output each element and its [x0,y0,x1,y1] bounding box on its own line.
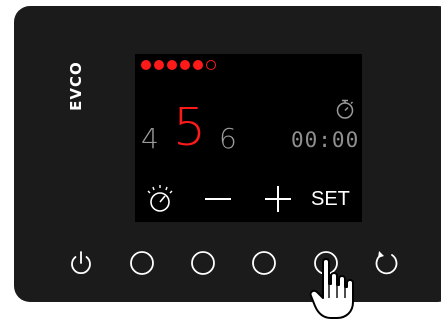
brand-logo: EVCO [58,57,94,115]
progress-dot [180,60,190,70]
circle-icon [191,251,215,275]
timer-readout: 00:00 [291,128,360,152]
circle-icon [130,251,154,275]
lcd-display: 4 5 6 00:00 SET [135,54,362,222]
brand-logo-text: EVCO [67,61,85,111]
set-softkey-label[interactable]: SET [311,186,359,212]
value-current: 5 [173,98,207,158]
progress-dot [167,60,177,70]
refresh-button[interactable] [372,248,402,278]
progress-dots [141,60,216,70]
softkey-button-1[interactable] [127,248,157,278]
softkey-button-3[interactable] [249,248,279,278]
circle-icon [252,251,276,275]
stopwatch-icon [336,99,354,119]
progress-dot [193,60,203,70]
plus-icon[interactable] [263,182,293,214]
power-icon [71,251,91,275]
progress-dot [206,60,216,70]
softkey-button-2[interactable] [188,248,218,278]
value-next: 6 [219,122,237,155]
power-button[interactable] [66,248,96,278]
refresh-icon [375,251,398,275]
progress-dot [154,60,164,70]
pointing-hand-icon [309,258,354,319]
gauge-icon[interactable] [143,182,177,214]
minus-icon[interactable] [203,182,233,214]
value-previous: 4 [141,122,159,155]
progress-dot [141,60,151,70]
